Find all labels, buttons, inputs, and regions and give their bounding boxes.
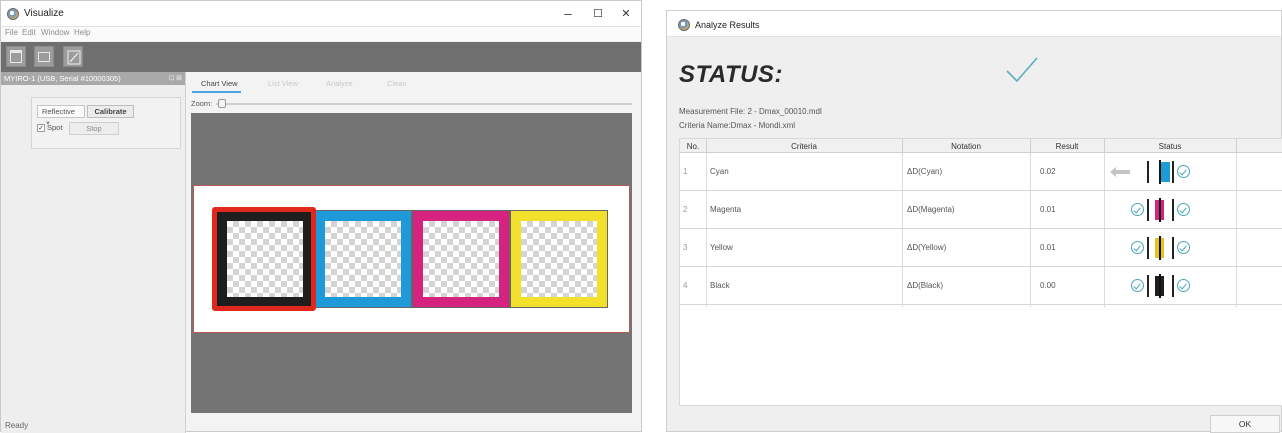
mode-select[interactable]: Reflective ▼ — [37, 105, 85, 127]
table-row[interactable]: 3 Yellow ΔD(Yellow) 0.01 — [680, 229, 1282, 267]
device-header: MYIRO-1 (USB, Serial #10000305) ⊡ ⊠ — [1, 72, 185, 85]
tolerance-lower-mark — [1147, 161, 1149, 183]
gallery-icon[interactable] — [34, 46, 54, 67]
mode-select-value: Reflective — [42, 107, 75, 116]
tolerance-upper-mark — [1172, 275, 1174, 297]
row-result: 0.01 — [1040, 205, 1056, 214]
tab-chart-view[interactable]: Chart View — [201, 79, 238, 88]
menu-help[interactable]: Help — [74, 28, 90, 37]
toolbar — [1, 42, 641, 72]
column-header-status: Status — [1158, 142, 1182, 151]
table-row[interactable]: 1 Cyan ΔD(Cyan) 0.02 — [680, 153, 1282, 191]
row-criteria: Yellow — [710, 243, 733, 252]
analyze-results-window: Analyze Results STATUS: Measurement File… — [666, 10, 1282, 433]
checkmark-icon — [1006, 57, 1038, 83]
menu-bar: File Edit Window Help — [1, 27, 641, 41]
tab-clean[interactable]: Clean — [387, 79, 407, 88]
row-criteria: Black — [710, 281, 730, 290]
column-header-notation: Notation — [951, 142, 981, 151]
export-icon[interactable] — [63, 46, 83, 67]
row-notation: ΔD(Yellow) — [907, 243, 947, 252]
window-title: Visualize — [24, 8, 64, 19]
row-notation: ΔD(Magenta) — [907, 205, 955, 214]
calibrate-button[interactable]: Calibrate — [87, 105, 134, 118]
tolerance-lower-mark — [1147, 237, 1149, 259]
column-header-criteria: Criteria — [791, 142, 817, 151]
column-header-no: No. — [686, 142, 700, 151]
zoom-label: Zoom: — [191, 99, 213, 108]
measured-mark — [1159, 274, 1161, 298]
patch-cyan[interactable] — [314, 210, 412, 308]
row-result: 0.02 — [1040, 167, 1056, 176]
row-no: 2 — [683, 205, 688, 214]
app-icon — [7, 8, 19, 20]
table-row[interactable]: 4 Black ΔD(Black) 0.00 — [680, 267, 1282, 305]
row-result: 0.00 — [1040, 281, 1056, 290]
patch-magenta[interactable] — [412, 210, 510, 308]
spot-label: Spot — [47, 123, 63, 132]
check-circle-icon — [1177, 279, 1190, 292]
status-heading: STATUS: — [679, 61, 783, 88]
maximize-button[interactable]: ☐ — [584, 5, 612, 23]
dock-icon[interactable]: ⊡ ⊠ — [168, 74, 182, 82]
measured-mark — [1159, 160, 1161, 184]
check-circle-icon — [1177, 165, 1190, 178]
active-tab-indicator — [192, 91, 241, 93]
zoom-slider[interactable] — [216, 103, 632, 105]
measured-mark — [1159, 198, 1161, 222]
tolerance-lower-mark — [1147, 275, 1149, 297]
title-bar: Analyze Results — [667, 11, 1281, 37]
tolerance-upper-mark — [1172, 199, 1174, 221]
view-tabs: Chart View List View Analyze Clean — [191, 77, 641, 93]
cyan-swatch — [1161, 162, 1170, 182]
zoom-slider-thumb[interactable] — [218, 99, 226, 108]
visualize-window: Visualize – ☐ ✕ File Edit Window Help MY… — [0, 0, 642, 433]
row-no: 4 — [683, 281, 688, 290]
criteria-name: Criteria Name:Dmax - Mondi.xml — [679, 121, 796, 130]
minimize-button[interactable]: – — [554, 5, 582, 23]
check-circle-icon — [1131, 241, 1144, 254]
spot-checkbox[interactable]: ✓ — [37, 124, 45, 132]
close-button[interactable]: ✕ — [612, 5, 640, 23]
check-circle-icon — [1131, 203, 1144, 216]
app-icon — [678, 19, 690, 31]
check-circle-icon — [1177, 241, 1190, 254]
tolerance-lower-mark — [1147, 199, 1149, 221]
check-circle-icon — [1177, 203, 1190, 216]
menu-edit[interactable]: Edit — [22, 28, 36, 37]
row-no: 3 — [683, 243, 688, 252]
row-no: 1 — [683, 167, 688, 176]
tab-list-view[interactable]: List View — [268, 79, 298, 88]
selected-patch-highlight — [212, 207, 316, 311]
arrow-left-icon — [1110, 167, 1130, 177]
device-label: MYIRO-1 (USB, Serial #10000305) — [4, 74, 121, 83]
title-bar: Visualize – ☐ ✕ — [1, 1, 641, 27]
row-notation: ΔD(Cyan) — [907, 167, 943, 176]
menu-window[interactable]: Window — [41, 28, 69, 37]
tolerance-upper-mark — [1172, 161, 1174, 183]
measured-mark — [1159, 236, 1161, 260]
tab-analyze[interactable]: Analyze — [326, 79, 353, 88]
device-panel: MYIRO-1 (USB, Serial #10000305) ⊡ ⊠ Refl… — [1, 72, 186, 433]
stop-button[interactable]: Stop — [69, 122, 119, 135]
table-header: No. Criteria Notation Result Status — [680, 139, 1282, 153]
row-result: 0.01 — [1040, 243, 1056, 252]
patch-yellow[interactable] — [510, 210, 608, 308]
new-document-icon[interactable] — [6, 46, 26, 67]
window-title: Analyze Results — [695, 20, 760, 30]
results-table: No. Criteria Notation Result Status 1 Cy… — [679, 138, 1282, 406]
status-bar: Ready — [1, 419, 186, 433]
row-notation: ΔD(Black) — [907, 281, 944, 290]
check-circle-icon — [1131, 279, 1144, 292]
table-row[interactable]: 2 Magenta ΔD(Magenta) 0.01 — [680, 191, 1282, 229]
measurement-file: Measurement File: 2 - Dmax_00010.mdl — [679, 107, 822, 116]
menu-file[interactable]: File — [5, 28, 18, 37]
ok-button[interactable]: OK — [1210, 415, 1280, 433]
column-header-result: Result — [1055, 142, 1079, 151]
row-criteria: Magenta — [710, 205, 742, 214]
status-text: Ready — [5, 421, 29, 430]
tolerance-upper-mark — [1172, 237, 1174, 259]
measurement-controls: Reflective ▼ Calibrate ✓ Spot Stop — [31, 97, 181, 149]
row-criteria: Cyan — [710, 167, 729, 176]
